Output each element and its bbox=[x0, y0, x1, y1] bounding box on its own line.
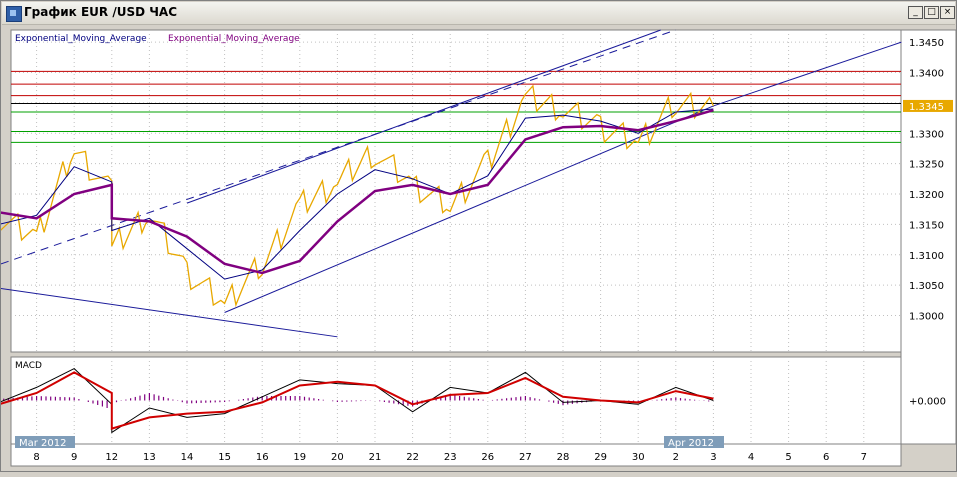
x-tick-label: 2 bbox=[673, 452, 679, 463]
macd-y-tick-label: +0.000 bbox=[909, 397, 946, 408]
chart-window-icon bbox=[6, 6, 22, 22]
x-tick-label: 27 bbox=[519, 452, 532, 463]
price-axis bbox=[900, 29, 957, 445]
y-tick-label: 1.3150 bbox=[909, 220, 944, 231]
y-tick-label: 1.3100 bbox=[909, 251, 944, 262]
x-tick-label: 7 bbox=[861, 452, 867, 463]
x-tick-label: 5 bbox=[785, 452, 791, 463]
x-tick-label: 21 bbox=[369, 452, 382, 463]
x-tick-label: 20 bbox=[331, 452, 344, 463]
close-button[interactable]: × bbox=[940, 6, 955, 19]
window-title: График EUR /USD ЧАС bbox=[24, 5, 178, 19]
x-tick-label: 9 bbox=[71, 452, 77, 463]
chart-svg[interactable]: 8 9 12 13 14 15 16 19 20 21 22 23 26 27 28 29 30 2 3 4 5 6 71.… bbox=[0, 24, 957, 473]
x-tick-label: 29 bbox=[594, 452, 607, 463]
maximize-button[interactable]: □ bbox=[924, 6, 939, 19]
y-tick-label: 1.3000 bbox=[909, 312, 944, 323]
minimize-button[interactable]: _ bbox=[908, 6, 923, 19]
title-bar[interactable]: График EUR /USD ЧАС _ □ × bbox=[2, 2, 955, 25]
x-tick-label: 22 bbox=[406, 452, 419, 463]
x-tick-label: 15 bbox=[218, 452, 231, 463]
x-tick-label: 13 bbox=[143, 452, 156, 463]
y-tick-label: 1.3200 bbox=[909, 190, 944, 201]
x-tick-label: 4 bbox=[748, 452, 754, 463]
x-tick-label: 19 bbox=[293, 452, 306, 463]
x-tick-label: 30 bbox=[632, 452, 645, 463]
chart-area[interactable]: 8 9 12 13 14 15 16 19 20 21 22 23 26 27 28 29 30 2 3 4 5 6 7 1.… bbox=[0, 24, 957, 473]
x-tick-label: 14 bbox=[181, 452, 194, 463]
x-tick-label: 3 bbox=[710, 452, 716, 463]
x-tick-label: 16 bbox=[256, 452, 269, 463]
current-price-label: 1.3345 bbox=[909, 102, 944, 113]
macd-title: MACD bbox=[15, 361, 42, 371]
month-label: Apr 2012 bbox=[668, 438, 714, 449]
chart-window: График EUR /USD ЧАС _ □ × 8 9 12 13 14 15 16 19… bbox=[0, 0, 957, 472]
ema-label-2: Exponential_Moving_Average bbox=[168, 34, 300, 44]
x-tick-label: 8 bbox=[33, 452, 39, 463]
x-tick-label: 26 bbox=[481, 452, 494, 463]
y-tick-label: 1.3050 bbox=[909, 281, 944, 292]
y-tick-label: 1.3250 bbox=[909, 160, 944, 171]
y-tick-label: 1.3450 bbox=[909, 38, 944, 49]
y-tick-label: 1.3300 bbox=[909, 129, 944, 140]
x-tick-label: 12 bbox=[105, 452, 118, 463]
month-label: Mar 2012 bbox=[19, 438, 67, 449]
x-tick-label: 6 bbox=[823, 452, 829, 463]
ema-label-1: Exponential_Moving_Average bbox=[15, 34, 147, 44]
x-tick-label: 23 bbox=[444, 452, 457, 463]
y-tick-label: 1.3400 bbox=[909, 69, 944, 80]
x-tick-label: 28 bbox=[557, 452, 570, 463]
